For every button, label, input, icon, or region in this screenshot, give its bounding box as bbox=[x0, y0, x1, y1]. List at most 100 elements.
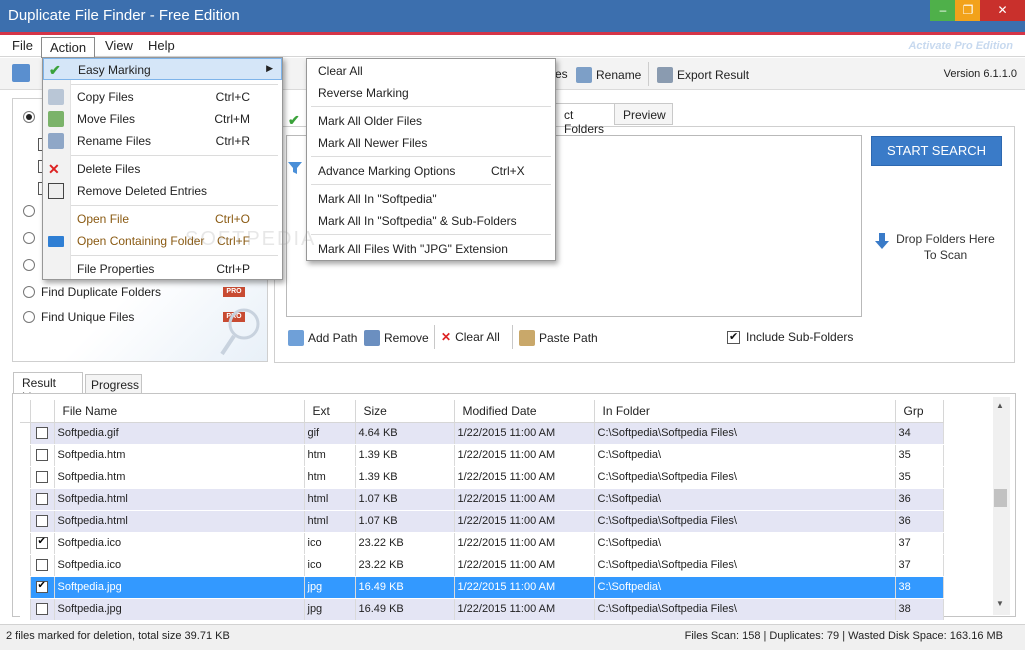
table-row[interactable]: Softpedia.htm htm 1.39 KB 1/22/2015 11:00 A… bbox=[20, 444, 944, 467]
row-checkbox[interactable] bbox=[35, 536, 48, 549]
cell-date: 1/22/2015 11:00 AM bbox=[454, 576, 595, 599]
header-ext[interactable]: Ext bbox=[304, 400, 356, 423]
version-label: Version 6.1.1.0 bbox=[943, 68, 1017, 80]
menu-rename-files[interactable]: Rename Files Ctrl+R bbox=[43, 130, 282, 152]
scrollbar-thumb[interactable] bbox=[994, 489, 1007, 507]
row-checkbox[interactable] bbox=[35, 426, 48, 439]
tab-progress[interactable]: Progress bbox=[85, 374, 142, 394]
cell-size: 16.49 KB bbox=[355, 576, 455, 599]
row-checkbox[interactable] bbox=[35, 580, 48, 593]
search-mode-radio-3[interactable] bbox=[23, 232, 35, 244]
close-button[interactable]: ✕ bbox=[980, 0, 1025, 21]
row-check-cell bbox=[30, 576, 55, 599]
minimize-button[interactable]: – bbox=[930, 0, 956, 21]
table-row[interactable]: Softpedia.html html 1.07 KB 1/22/2015 11:00… bbox=[20, 488, 944, 511]
row-checkbox[interactable] bbox=[35, 514, 48, 527]
submenu-advance-marking[interactable]: Advance Marking Options Ctrl+X bbox=[307, 160, 555, 182]
cell-date: 1/22/2015 11:00 AM bbox=[454, 532, 595, 555]
move-icon bbox=[48, 111, 64, 127]
menu-file-properties[interactable]: File Properties Ctrl+P bbox=[43, 258, 282, 280]
find-unique-files-radio[interactable] bbox=[23, 311, 35, 323]
include-sub-folders-label: Include Sub-Folders bbox=[746, 330, 854, 344]
find-unique-files-label: Find Unique Files bbox=[41, 310, 135, 324]
menu-help[interactable]: Help bbox=[148, 38, 175, 53]
row-gutter bbox=[20, 598, 31, 621]
menu-copy-files[interactable]: Copy Files Ctrl+C bbox=[43, 86, 282, 108]
watermark: SOFTPEDIA bbox=[185, 228, 317, 250]
paste-path-button[interactable]: Paste Path bbox=[519, 330, 598, 346]
tab-preview[interactable]: Preview bbox=[614, 103, 673, 125]
row-check-cell bbox=[30, 444, 55, 467]
menu-open-file[interactable]: Open File Ctrl+O bbox=[43, 208, 282, 230]
cell-folder: C:\Softpedia\ bbox=[594, 576, 896, 599]
row-checkbox[interactable] bbox=[35, 470, 48, 483]
cell-grp: 37 bbox=[895, 554, 944, 577]
table-row[interactable]: Softpedia.jpgjpg16.49 KB1/22/2015 11:00 … bbox=[20, 598, 944, 621]
cell-size: 1.39 KB bbox=[355, 466, 455, 489]
submenu-reverse-marking[interactable]: Reverse Marking bbox=[307, 82, 555, 104]
submenu-mark-in-softpedia-sub[interactable]: Mark All In "Softpedia" & Sub-Folders bbox=[307, 210, 555, 232]
find-duplicate-folders-radio[interactable] bbox=[23, 286, 35, 298]
row-gutter bbox=[20, 554, 31, 577]
include-sub-folders-checkbox[interactable] bbox=[727, 330, 740, 344]
cell-grp: 36 bbox=[895, 510, 944, 533]
header-in-folder[interactable]: In Folder bbox=[594, 400, 896, 423]
header-size[interactable]: Size bbox=[355, 400, 455, 423]
table-row[interactable]: Softpedia.htm htm 1.39 KB 1/22/2015 11:00 A… bbox=[20, 466, 944, 489]
cell-grp: 35 bbox=[895, 444, 944, 467]
export-result-button[interactable]: Export Result bbox=[657, 67, 749, 83]
row-checkbox[interactable] bbox=[35, 602, 48, 615]
submenu-mark-jpg[interactable]: Mark All Files With "JPG" Extension bbox=[307, 238, 555, 260]
menu-move-files[interactable]: Move Files Ctrl+M bbox=[43, 108, 282, 130]
header-modified-date[interactable]: Modified Date bbox=[454, 400, 595, 423]
menu-remove-deleted[interactable]: Remove Deleted Entries bbox=[43, 180, 282, 202]
menu-action[interactable]: Action bbox=[41, 37, 95, 59]
header-file-name[interactable]: File Name bbox=[54, 400, 305, 423]
cell-folder: C:\Softpedia\ bbox=[594, 488, 896, 511]
menu-file[interactable]: File bbox=[12, 38, 33, 53]
remove-icon bbox=[364, 330, 380, 346]
scroll-up-icon[interactable]: ▲ bbox=[996, 401, 1004, 410]
table-row[interactable]: Softpedia.icoico23.22 KB1/22/2015 11:00 … bbox=[20, 554, 944, 577]
row-checkbox[interactable] bbox=[35, 448, 48, 461]
search-mode-radio-1[interactable] bbox=[23, 111, 35, 123]
search-mode-radio-4[interactable] bbox=[23, 259, 35, 271]
table-row[interactable]: Softpedia.gif gif 4.64 KB 1/22/2015 11:00 A… bbox=[20, 422, 944, 445]
menu-action-label: Action bbox=[50, 40, 87, 55]
submenu-clear-all[interactable]: Clear All bbox=[307, 60, 555, 82]
cell-date: 1/22/2015 11:00 AM bbox=[454, 488, 595, 511]
menu-easy-marking[interactable]: ✔ Easy Marking ▶ bbox=[43, 58, 282, 80]
add-path-button[interactable]: Add Path bbox=[288, 330, 357, 346]
table-row[interactable]: Softpedia.jpgjpg16.49 KB1/22/2015 11:00 … bbox=[20, 576, 944, 599]
row-checkbox[interactable] bbox=[35, 558, 48, 571]
scroll-down-icon[interactable]: ▼ bbox=[996, 599, 1004, 608]
submenu-mark-older[interactable]: Mark All Older Files bbox=[307, 110, 555, 132]
toolbar-files-button[interactable]: es bbox=[555, 67, 568, 81]
menu-view[interactable]: View bbox=[105, 38, 133, 53]
cell-date: 1/22/2015 11:00 AM bbox=[454, 510, 595, 533]
table-row[interactable]: Softpedia.icoico23.22 KB1/22/2015 11:00 … bbox=[20, 532, 944, 555]
search-toolbar-icon[interactable] bbox=[12, 64, 34, 82]
grid-header-blank bbox=[20, 400, 31, 423]
cell-folder: C:\Softpedia\Softpedia Files\ bbox=[594, 422, 896, 445]
menu-delete-files[interactable]: ✕ Delete Files bbox=[43, 158, 282, 180]
cell-size: 1.07 KB bbox=[355, 510, 455, 533]
activate-pro-link[interactable]: Activate Pro Edition bbox=[908, 40, 1013, 52]
search-mode-radio-2[interactable] bbox=[23, 205, 35, 217]
maximize-button[interactable]: ❐ bbox=[955, 0, 981, 21]
tab-result-list[interactable]: Result List bbox=[13, 372, 83, 404]
row-checkbox[interactable] bbox=[35, 492, 48, 505]
cell-name: Softpedia.ico bbox=[54, 532, 305, 555]
rename-button[interactable]: Rename bbox=[576, 67, 641, 83]
drop-folders-hint: Drop Folders Here To Scan bbox=[896, 232, 995, 262]
menu-separator bbox=[311, 106, 551, 107]
tab-select-folders[interactable]: ct Folders bbox=[555, 103, 615, 136]
remove-button[interactable]: Remove bbox=[364, 330, 429, 346]
start-search-button[interactable]: START SEARCH bbox=[871, 136, 1002, 166]
submenu-mark-in-softpedia[interactable]: Mark All In "Softpedia" bbox=[307, 188, 555, 210]
submenu-mark-newer[interactable]: Mark All Newer Files bbox=[307, 132, 555, 154]
clear-all-button[interactable]: ✕ Clear All bbox=[441, 330, 500, 344]
header-grp[interactable]: Grp bbox=[895, 400, 944, 423]
cell-ext: jpg bbox=[304, 598, 356, 621]
table-row[interactable]: Softpedia.html html 1.07 KB 1/22/2015 11:00… bbox=[20, 510, 944, 533]
